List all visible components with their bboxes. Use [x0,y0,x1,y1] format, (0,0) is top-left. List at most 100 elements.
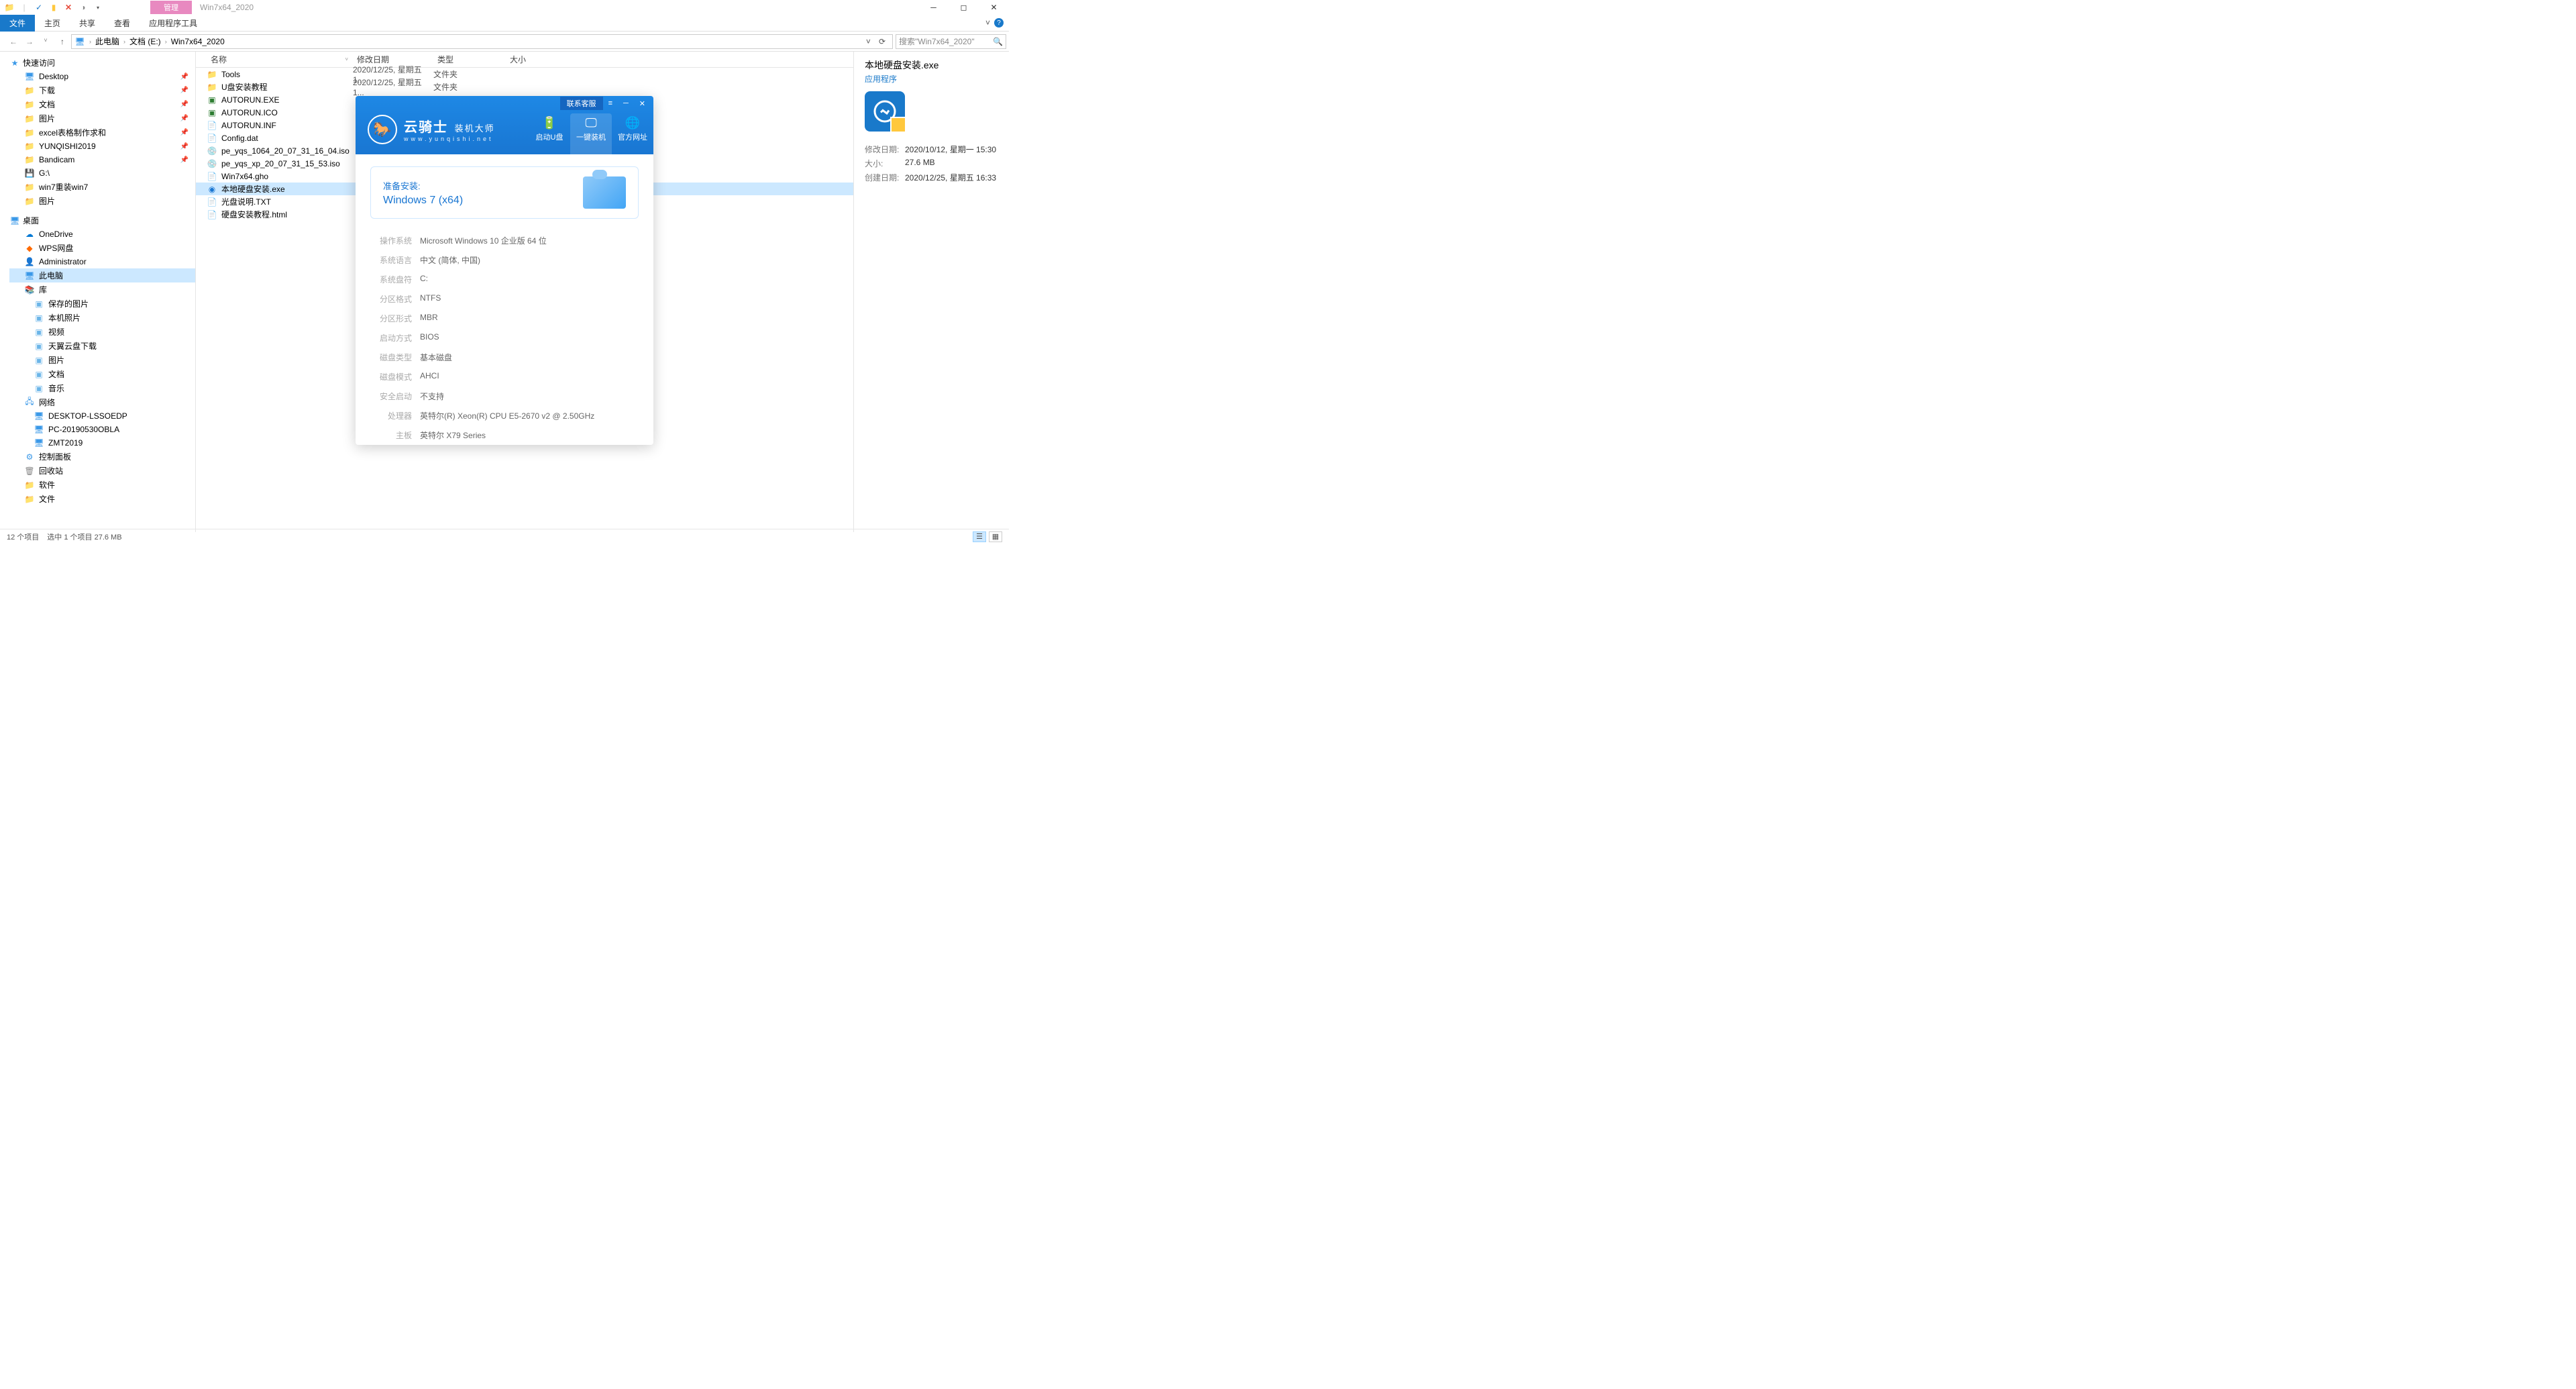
sidebar-item[interactable]: ▣视频 [9,325,195,339]
sidebar-item[interactable]: 🖥DESKTOP-LSSOEDP [9,409,195,423]
nav-history-dropdown[interactable]: ˅ [40,37,51,46]
breadcrumb-separator[interactable]: › [121,38,128,45]
sidebar-quick-access-label: 快速访问 [23,57,55,68]
dialog-close-button[interactable]: ✕ [634,99,651,108]
sidebar-item[interactable]: ☁OneDrive [9,227,195,241]
install-prepare-label: 准备安装: [383,179,463,192]
sidebar-item-recycle[interactable]: 🗑回收站 [9,464,195,478]
close-button[interactable]: ✕ [979,0,1009,15]
delete-icon[interactable]: ✕ [63,2,74,13]
sidebar-item[interactable]: 📁图片 📌 [9,111,195,125]
file-name: Tools [221,70,240,79]
sidebar-item-files[interactable]: 📁文件 [9,492,195,506]
breadcrumb-separator[interactable]: › [162,38,170,45]
sidebar-item[interactable]: 🖥Desktop 📌 [9,70,195,83]
sidebar-item[interactable]: ▣本机照片 [9,311,195,325]
spec-value: NTFS [420,293,441,305]
sidebar-item-control-panel[interactable]: ⚙控制面板 [9,450,195,464]
ribbon-tab-share[interactable]: 共享 [70,15,105,32]
dialog-logo: 🐎 云骑士 装机大师 www.yunqishi.net [356,96,529,154]
qat-dropdown-icon[interactable]: ▾ [93,2,103,13]
ribbon-tab-view[interactable]: 查看 [105,15,140,32]
sidebar-desktop[interactable]: 🖥 桌面 [9,213,195,227]
sidebar-item[interactable]: 📁图片 [9,194,195,208]
sidebar-item[interactable]: 📚库 [9,282,195,297]
file-row[interactable]: 📁Tools 2020/12/25, 星期五 1... 文件夹 [196,68,853,81]
folder-icon[interactable]: 📁 [4,2,15,13]
maximize-button[interactable]: ◻ [949,0,979,15]
contact-support-button[interactable]: 联系客服 [560,97,603,110]
view-large-icons-button[interactable]: ▦ [989,531,1002,542]
dialog-tab[interactable]: 🔋 启动U盘 [529,113,570,154]
sidebar-item-network[interactable]: 🖧网络 [9,395,195,409]
details-row-label: 创建日期: [865,172,905,183]
sidebar-item[interactable]: 💾G:\ [9,166,195,180]
sidebar-quick-access[interactable]: ★ 快速访问 [9,56,195,70]
search-icon[interactable]: 🔍 [993,37,1003,46]
breadcrumb-seg-pc[interactable]: 此电脑 [95,36,119,47]
sidebar-item[interactable]: 📁下载 📌 [9,83,195,97]
dialog-minimize-button[interactable]: ─ [618,99,634,107]
sidebar-item[interactable]: ▣天翼云盘下载 [9,339,195,353]
column-header-name[interactable]: 名称˅ [207,54,353,65]
sidebar-item[interactable]: ▣文档 [9,367,195,381]
refresh-button[interactable]: ⟳ [875,37,890,46]
file-row[interactable]: 📁U盘安装教程 2020/12/25, 星期五 1... 文件夹 [196,81,853,93]
sidebar-item[interactable]: 🖥PC-20190530OBLA [9,423,195,436]
view-details-button[interactable]: ☰ [973,531,986,542]
nav-up-button[interactable]: ↑ [60,37,64,46]
sidebar-item-label: DESKTOP-LSSOEDP [48,411,127,421]
column-header-size[interactable]: 大小 [506,54,559,65]
pin-icon: 📌 [180,156,189,164]
spec-row: 分区形式 MBR [370,309,639,328]
search-input[interactable]: 搜索"Win7x64_2020" 🔍 [896,34,1006,49]
sidebar-item[interactable]: 🖥ZMT2019 [9,436,195,450]
sidebar-item[interactable]: ▣图片 [9,353,195,367]
ribbon-tab-apptools[interactable]: 应用程序工具 [140,15,207,32]
file-type-icon: ▣ [207,107,217,118]
details-row-value: 2020/10/12, 星期一 15:30 [905,144,996,155]
help-icon[interactable]: ? [994,18,1004,28]
sidebar-item-label: G:\ [39,168,50,178]
sidebar-item[interactable]: 📁Bandicam 📌 [9,153,195,166]
spec-value: MBR [420,313,438,324]
column-header-type[interactable]: 类型 [433,54,506,65]
sidebar-item[interactable]: ◆WPS网盘 [9,241,195,255]
ribbon-context-tab-manage[interactable]: 管理 [150,1,192,14]
details-row-value: 27.6 MB [905,158,935,169]
minimize-button[interactable]: ─ [918,0,949,15]
dialog-tab[interactable]: 🖵 一键装机 [570,113,612,154]
dialog-tab[interactable]: 🌐 官方网址 [612,113,653,154]
sidebar-item-software[interactable]: 📁软件 [9,478,195,492]
checkmark-icon[interactable]: ✓ [34,2,44,13]
sidebar-item[interactable]: 📁excel表格制作求和 📌 [9,125,195,140]
sidebar-item-label: ZMT2019 [48,438,83,448]
ribbon-tab-home[interactable]: 主页 [35,15,70,32]
properties-icon[interactable]: ◑ [78,2,89,13]
breadcrumb-separator[interactable]: › [87,38,94,45]
nav-forward-button[interactable]: → [24,37,35,46]
sidebar-item[interactable]: 📁win7重装win7 [9,180,195,194]
sidebar-item[interactable]: 📁文档 📌 [9,97,195,111]
breadcrumb-dropdown-icon[interactable]: ˅ [863,37,873,46]
nav-back-button[interactable]: ← [8,37,19,46]
sidebar-item[interactable]: 🖥此电脑 [9,268,195,282]
library-icon: ▣ [34,327,44,338]
sidebar-item[interactable]: ▣保存的图片 [9,297,195,311]
search-placeholder: 搜索"Win7x64_2020" [899,36,975,47]
dialog-tab-icon: 🌐 [612,116,653,130]
ribbon-file-tab[interactable]: 文件 [0,15,35,32]
breadcrumb-seg-drive[interactable]: 文档 (E:) [129,36,161,47]
sidebar-item[interactable]: ▣音乐 [9,381,195,395]
folder2-icon[interactable]: ▮ [48,2,59,13]
sidebar-item[interactable]: 👤Administrator [9,255,195,268]
sidebar-item-label: 控制面板 [39,451,71,462]
breadcrumb[interactable]: 🖥 › 此电脑 › 文档 (E:) › Win7x64_2020 ˅ ⟳ [71,34,893,49]
sidebar-item[interactable]: 📁YUNQISHI2019 📌 [9,140,195,153]
details-row-label: 大小: [865,158,905,169]
ribbon-expand-icon[interactable]: ˅ [985,18,990,28]
folder-icon: 📁 [24,196,35,207]
breadcrumb-seg-folder[interactable]: Win7x64_2020 [171,37,225,46]
dialog-menu-button[interactable]: ≡ [603,99,618,107]
window-controls: ─ ◻ ✕ [918,0,1009,15]
